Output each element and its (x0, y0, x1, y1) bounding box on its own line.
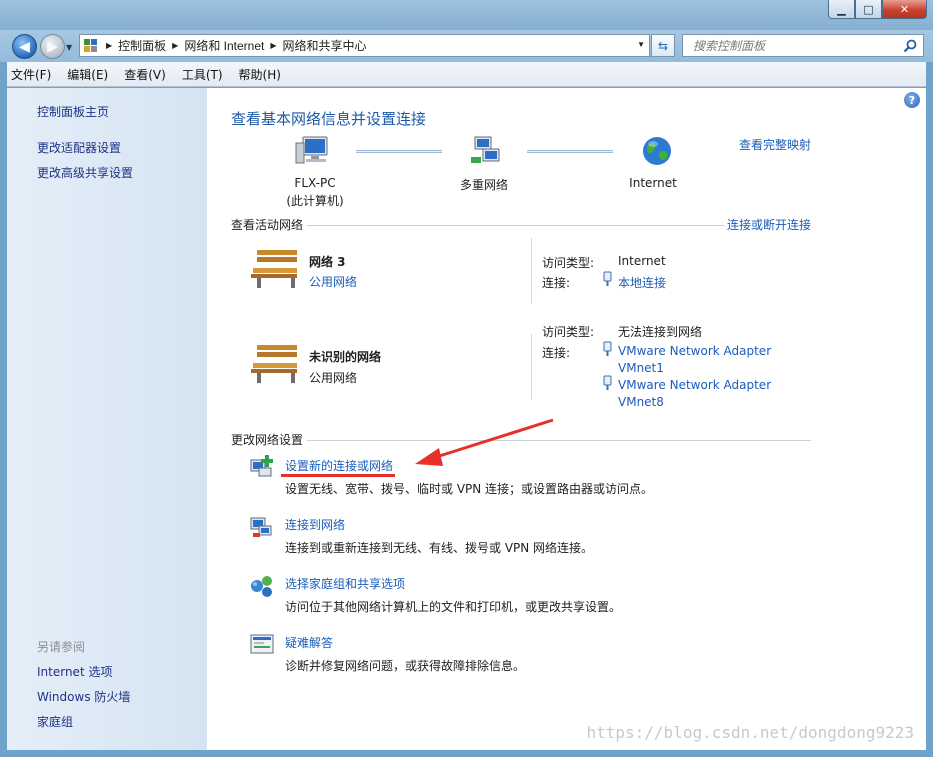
ethernet-adapter-icon (603, 375, 612, 390)
bench-icon (251, 345, 297, 383)
bench-icon (251, 250, 297, 288)
map-connection-line (356, 150, 442, 153)
sidebar-homegroup[interactable]: 家庭组 (37, 713, 73, 730)
forward-arrow-icon: ▶ (47, 38, 58, 55)
menu-bar: 文件(F) 编辑(E) 查看(V) 工具(T) 帮助(H) (7, 62, 926, 87)
page-title: 查看基本网络信息并设置连接 (231, 110, 427, 128)
network-2-access-label: 访问类型: (542, 325, 595, 339)
watermark-text: https://blog.csdn.net/dongdong9223 (586, 723, 914, 742)
search-box (682, 34, 924, 57)
network-1-access-value: Internet (618, 254, 666, 268)
minimize-button[interactable]: ▁ (828, 0, 855, 19)
back-arrow-icon: ◀ (19, 38, 30, 55)
map-connection-line (527, 150, 613, 153)
column-divider (531, 334, 532, 400)
task-homegroup-sharing-desc: 访问位于其他网络计算机上的文件和打印机，或更改共享设置。 (285, 600, 622, 614)
breadcrumb-sharing-center[interactable]: 网络和共享中心 (283, 37, 367, 54)
menu-help[interactable]: 帮助(H) (239, 66, 281, 83)
refresh-button[interactable]: ⇆ (651, 34, 675, 57)
multiple-networks-icon (471, 136, 500, 163)
connect-disconnect-link[interactable]: 连接或断开连接 (727, 216, 811, 233)
sidebar-windows-firewall[interactable]: Windows 防火墙 (37, 688, 130, 705)
map-internet: Internet (629, 176, 677, 190)
network-1-name: 网络 3 (309, 255, 346, 269)
control-panel-icon (84, 38, 98, 53)
network-2-type: 公用网络 (309, 371, 358, 385)
sidebar: 控制面板主页 更改适配器设置 更改高级共享设置 另请参阅 Internet 选项… (7, 88, 207, 750)
task-troubleshoot-desc: 诊断并修复网络问题，或获得故障排除信息。 (285, 659, 526, 673)
back-button[interactable]: ◀ (12, 34, 37, 59)
title-bar: ▁ □ ✕ (0, 0, 933, 30)
sidebar-control-panel-home[interactable]: 控制面板主页 (37, 103, 109, 120)
menu-view[interactable]: 查看(V) (124, 66, 166, 83)
task-homegroup-sharing-link[interactable]: 选择家庭组和共享选项 (285, 575, 405, 592)
maximize-button[interactable]: □ (855, 0, 882, 19)
search-input[interactable] (693, 38, 893, 53)
menu-edit[interactable]: 编辑(E) (67, 66, 108, 83)
sidebar-change-adapter-settings[interactable]: 更改适配器设置 (37, 139, 121, 156)
vmnet1-adapter-link-line2[interactable]: VMnet1 (618, 361, 664, 375)
see-also-heading: 另请参阅 (37, 640, 86, 654)
sidebar-internet-options[interactable]: Internet 选项 (37, 663, 112, 680)
map-multiple-networks: 多重网络 (459, 178, 508, 192)
content-area: 控制面板主页 更改适配器设置 更改高级共享设置 另请参阅 Internet 选项… (7, 88, 926, 750)
menu-file[interactable]: 文件(F) (11, 66, 51, 83)
active-networks-heading: 查看活动网络 (231, 218, 304, 232)
local-connection-link[interactable]: 本地连接 (618, 274, 666, 291)
breadcrumb-separator-icon: ▶ (106, 41, 113, 50)
network-2-access-value: 无法连接到网络 (618, 325, 703, 339)
help-icon[interactable]: ? (904, 92, 920, 108)
map-pc-name: FLX-PC (294, 176, 336, 190)
main-panel: ? 查看基本网络信息并设置连接 FLX-PC (此计算机) 多重网络 Inter… (207, 88, 926, 750)
annotation-arrow-icon (415, 418, 554, 466)
new-connection-icon (250, 455, 273, 477)
network-1-connection-label: 连接: (542, 276, 571, 290)
sidebar-change-sharing-settings[interactable]: 更改高级共享设置 (37, 164, 133, 181)
breadcrumb-separator-icon: ▶ (270, 41, 277, 50)
breadcrumb-separator-icon: ▶ (172, 41, 179, 50)
homegroup-sharing-icon (251, 576, 272, 597)
navigation-bar: ◀ ▶ ▼ ▶ 控制面板 ▶ 网络和 Internet ▶ 网络和共享中心 ▼ … (0, 30, 933, 62)
task-connect-to-network-link[interactable]: 连接到网络 (285, 516, 345, 533)
vmnet8-adapter-link[interactable]: VMware Network Adapter (618, 378, 771, 392)
vmnet1-adapter-link[interactable]: VMware Network Adapter (618, 344, 771, 358)
ethernet-adapter-icon (603, 271, 612, 286)
breadcrumb-network-internet[interactable]: 网络和 Internet (184, 37, 264, 54)
view-full-map-link[interactable]: 查看完整映射 (739, 136, 811, 153)
vmnet8-adapter-link-line2[interactable]: VMnet8 (618, 395, 664, 409)
forward-button[interactable]: ▶ (40, 34, 65, 59)
map-pc-subtitle: (此计算机) (286, 194, 344, 208)
network-2-connection-label: 连接: (542, 346, 571, 360)
section-divider (307, 225, 724, 226)
network-1-type-link[interactable]: 公用网络 (309, 273, 357, 290)
ethernet-adapter-icon (603, 341, 612, 356)
internet-globe-icon (643, 137, 671, 165)
search-icon[interactable] (903, 39, 917, 53)
troubleshoot-icon (250, 634, 274, 654)
task-troubleshoot-link[interactable]: 疑难解答 (285, 634, 333, 651)
annotation-underline (281, 474, 395, 477)
address-dropdown-icon[interactable]: ▼ (637, 40, 645, 49)
column-divider (531, 238, 532, 304)
task-setup-new-connection-link[interactable]: 设置新的连接或网络 (285, 457, 393, 474)
task-setup-new-connection-desc: 设置无线、宽带、拨号、临时或 VPN 连接；或设置路由器或访问点。 (285, 482, 654, 496)
change-settings-heading: 更改网络设置 (231, 433, 304, 447)
network-2-name: 未识别的网络 (309, 350, 382, 364)
menu-tools[interactable]: 工具(T) (182, 66, 223, 83)
task-connect-to-network-desc: 连接到或重新连接到无线、有线、拨号或 VPN 网络连接。 (285, 541, 594, 555)
recent-pages-dropdown-icon[interactable]: ▼ (66, 43, 72, 52)
network-1-access-label: 访问类型: (542, 256, 595, 270)
window-controls: ▁ □ ✕ (828, 0, 927, 19)
section-divider (307, 440, 811, 441)
breadcrumb-control-panel[interactable]: 控制面板 (118, 37, 166, 54)
connect-to-network-icon (250, 517, 272, 537)
refresh-icon: ⇆ (657, 38, 669, 53)
computer-icon (295, 136, 328, 164)
close-button[interactable]: ✕ (882, 0, 927, 19)
address-bar[interactable]: ▶ 控制面板 ▶ 网络和 Internet ▶ 网络和共享中心 ▼ (79, 34, 650, 57)
